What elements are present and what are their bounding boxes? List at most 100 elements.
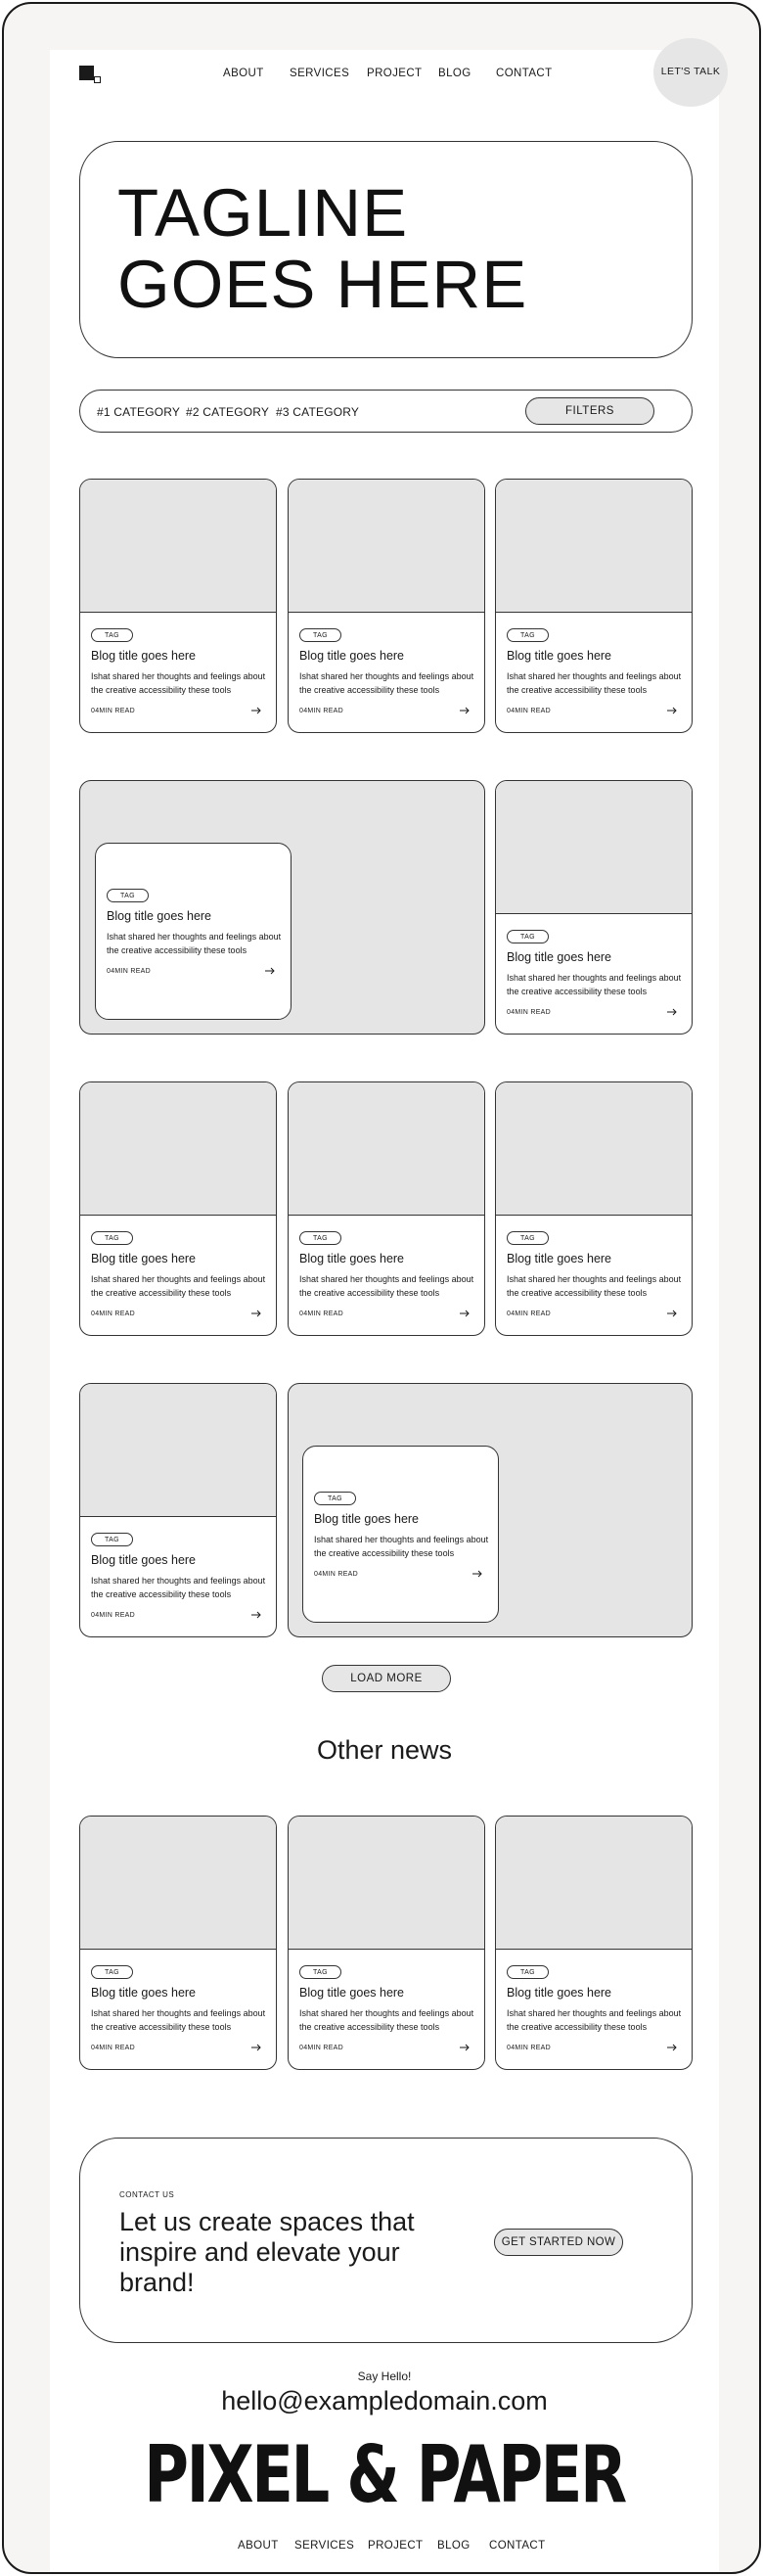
card-description: Ishat shared her thoughts and feelings a… (507, 671, 682, 695)
nav-link-contact[interactable]: CONTACT (496, 68, 553, 79)
card-title[interactable]: Blog title goes here (507, 950, 611, 964)
card-title[interactable]: Blog title goes here (299, 1252, 404, 1265)
card-description: Ishat shared her thoughts and feelings a… (91, 671, 266, 695)
arrow-right-icon[interactable] (667, 707, 677, 714)
contact-email[interactable]: hello@exampledomain.com (50, 2386, 719, 2416)
arrow-right-icon[interactable] (667, 2044, 677, 2051)
tag-badge[interactable]: TAG (507, 628, 549, 642)
tag-badge[interactable]: TAG (507, 1231, 549, 1245)
arrow-right-icon[interactable] (265, 967, 275, 975)
tag-badge[interactable]: TAG (91, 1965, 133, 1979)
card-title[interactable]: Blog title goes here (107, 909, 211, 923)
footer-link-project[interactable]: PROJECT (368, 2540, 423, 2552)
blog-card[interactable]: TAG Blog title goes here Ishat shared he… (495, 1816, 693, 2070)
blog-card[interactable]: TAG Blog title goes here Ishat shared he… (288, 1081, 485, 1336)
category-3[interactable]: #3 CATEGORY (276, 405, 359, 419)
read-time: 04MIN READ (507, 2045, 552, 2051)
lets-talk-button[interactable]: LET'S TALK (653, 38, 728, 107)
top-nav: ABOUT SERVICES PROJECT BLOG CONTACT LET'… (50, 38, 728, 107)
tag-badge[interactable]: TAG (91, 628, 133, 642)
nav-link-blog[interactable]: BLOG (438, 68, 471, 79)
footer-link-blog[interactable]: BLOG (437, 2540, 471, 2552)
read-time: 04MIN READ (91, 1612, 136, 1619)
category-bar: #1 CATEGORY #2 CATEGORY #3 CATEGORY FILT… (79, 390, 693, 433)
arrow-right-icon[interactable] (251, 2044, 261, 2051)
tag-badge[interactable]: TAG (91, 1231, 133, 1245)
arrow-right-icon[interactable] (251, 1310, 261, 1317)
read-time: 04MIN READ (314, 1571, 359, 1578)
card-title[interactable]: Blog title goes here (91, 1252, 196, 1265)
card-image (496, 1082, 692, 1216)
arrow-right-icon[interactable] (460, 707, 470, 714)
category-2[interactable]: #2 CATEGORY (186, 405, 269, 419)
tag-badge[interactable]: TAG (507, 930, 549, 943)
card-title[interactable]: Blog title goes here (91, 649, 196, 663)
card-image (496, 1817, 692, 1950)
arrow-right-icon[interactable] (460, 2044, 470, 2051)
arrow-right-icon[interactable] (251, 1611, 261, 1619)
tag-badge[interactable]: TAG (107, 889, 149, 902)
read-time: 04MIN READ (299, 708, 344, 714)
tag-badge[interactable]: TAG (91, 1533, 133, 1546)
blog-card[interactable]: TAG Blog title goes here Ishat shared he… (495, 1081, 693, 1336)
load-more-button[interactable]: LOAD MORE (322, 1665, 451, 1692)
card-title[interactable]: Blog title goes here (91, 1553, 196, 1567)
blog-card[interactable]: TAG Blog title goes here Ishat shared he… (288, 1816, 485, 2070)
nav-link-services[interactable]: SERVICES (290, 68, 349, 79)
blog-card[interactable]: TAG Blog title goes here Ishat shared he… (288, 479, 485, 733)
card-title[interactable]: Blog title goes here (507, 1252, 611, 1265)
card-image (80, 1082, 276, 1216)
tag-badge[interactable]: TAG (314, 1492, 356, 1505)
featured-post[interactable]: TAG Blog title goes here Ishat shared he… (288, 1383, 693, 1637)
footer-link-services[interactable]: SERVICES (294, 2540, 354, 2552)
featured-post[interactable]: TAG Blog title goes here Ishat shared he… (79, 780, 485, 1035)
card-description: Ishat shared her thoughts and feelings a… (507, 973, 682, 996)
tag-badge[interactable]: TAG (299, 628, 341, 642)
other-news-heading: Other news (316, 1735, 453, 1765)
nav-links: ABOUT SERVICES PROJECT BLOG CONTACT (50, 68, 719, 83)
category-1[interactable]: #1 CATEGORY (97, 405, 180, 419)
blog-card[interactable]: TAG Blog title goes here Ishat shared he… (79, 1081, 277, 1336)
card-image (80, 1817, 276, 1950)
footer-link-about[interactable]: ABOUT (238, 2540, 279, 2552)
cta-heading: Let us create spaces that inspire and el… (119, 2207, 415, 2297)
footer-link-contact[interactable]: CONTACT (489, 2540, 546, 2552)
card-title[interactable]: Blog title goes here (299, 1986, 404, 2000)
card-description: Ishat shared her thoughts and feelings a… (91, 2008, 266, 2032)
tag-badge[interactable]: TAG (299, 1965, 341, 1979)
get-started-button[interactable]: GET STARTED NOW (494, 2229, 623, 2256)
card-description: Ishat shared her thoughts and feelings a… (299, 2008, 474, 2032)
blog-card[interactable]: TAG Blog title goes here Ishat shared he… (79, 1816, 277, 2070)
card-description: Ishat shared her thoughts and feelings a… (314, 1535, 489, 1558)
card-image (289, 1817, 484, 1950)
card-image (80, 480, 276, 613)
card-title[interactable]: Blog title goes here (314, 1512, 419, 1526)
card-title[interactable]: Blog title goes here (507, 1986, 611, 2000)
card-image (289, 480, 484, 613)
read-time: 04MIN READ (107, 968, 152, 975)
featured-post-card[interactable]: TAG Blog title goes here Ishat shared he… (302, 1446, 499, 1623)
blog-card[interactable]: TAG Blog title goes here Ishat shared he… (495, 780, 693, 1035)
cta-banner: CONTACT US Let us create spaces that ins… (79, 2138, 693, 2343)
arrow-right-icon[interactable] (667, 1008, 677, 1016)
card-title[interactable]: Blog title goes here (299, 649, 404, 663)
read-time: 04MIN READ (91, 708, 136, 714)
blog-card[interactable]: TAG Blog title goes here Ishat shared he… (79, 1383, 277, 1637)
tag-badge[interactable]: TAG (507, 1965, 549, 1979)
card-description: Ishat shared her thoughts and feelings a… (299, 1274, 474, 1298)
filters-button[interactable]: FILTERS (525, 397, 654, 425)
card-title[interactable]: Blog title goes here (507, 649, 611, 663)
featured-post-card[interactable]: TAG Blog title goes here Ishat shared he… (95, 843, 292, 1020)
arrow-right-icon[interactable] (460, 1310, 470, 1317)
tag-badge[interactable]: TAG (299, 1231, 341, 1245)
blog-card[interactable]: TAG Blog title goes here Ishat shared he… (495, 479, 693, 733)
card-description: Ishat shared her thoughts and feelings a… (91, 1576, 266, 1599)
blog-card[interactable]: TAG Blog title goes here Ishat shared he… (79, 479, 277, 733)
tagline-line-1: TAGLINE (117, 175, 409, 251)
arrow-right-icon[interactable] (472, 1570, 482, 1578)
card-title[interactable]: Blog title goes here (91, 1986, 196, 2000)
arrow-right-icon[interactable] (251, 707, 261, 714)
nav-link-about[interactable]: ABOUT (223, 68, 264, 79)
nav-link-project[interactable]: PROJECT (367, 68, 422, 79)
arrow-right-icon[interactable] (667, 1310, 677, 1317)
